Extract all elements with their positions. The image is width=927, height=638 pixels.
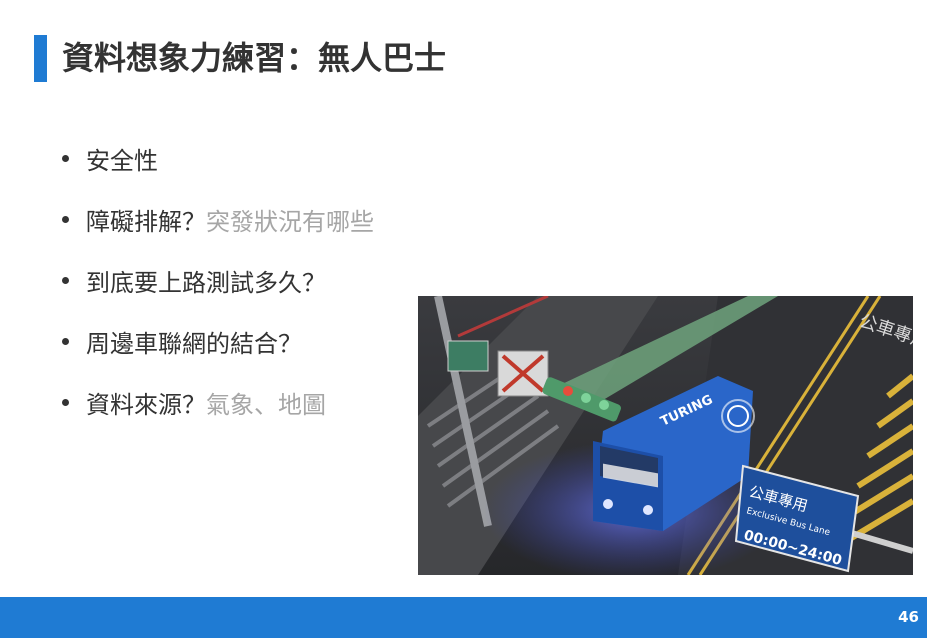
bullet-text: 障礙排解？ (86, 208, 206, 236)
bullet-dot-icon (62, 155, 69, 162)
bullet-item: 到底要上路測試多久？ (60, 250, 374, 311)
title-accent-bar (34, 35, 47, 82)
bullet-dot-icon (62, 277, 69, 284)
bullet-text: 周邊車聯網的結合？ (86, 330, 302, 358)
bullet-text: 到底要上路測試多久？ (86, 269, 326, 297)
bullet-item: 障礙排解？ 突發狀況有哪些 (60, 189, 374, 250)
bullet-text: 安全性 (86, 147, 158, 175)
bullet-text: 資料來源？ (86, 391, 206, 419)
bullet-dot-icon (62, 399, 69, 406)
slide-title: 資料想象力練習：無人巴士 (62, 39, 447, 77)
bullet-item: 資料來源？ 氣象、地圖 (60, 372, 374, 433)
bullet-item: 周邊車聯網的結合？ (60, 311, 374, 372)
bullet-dot-icon (62, 338, 69, 345)
bullet-dot-icon (62, 216, 69, 223)
bullet-subtext: 突發狀況有哪些 (206, 208, 374, 236)
bus-street-illustration: 公車專用 TURING 公車專用 Exclusive Bus Lane 00:0… (418, 296, 913, 575)
bullet-list: 安全性 障礙排解？ 突發狀況有哪些 到底要上路測試多久？ 周邊車聯網的結合？ 資… (60, 128, 374, 433)
bullet-item: 安全性 (60, 128, 374, 189)
autonomous-bus-photo: 公車專用 TURING 公車專用 Exclusive Bus Lane 00:0… (418, 296, 913, 575)
page-number: 46 (898, 608, 919, 626)
bullet-subtext: 氣象、地圖 (206, 391, 326, 419)
street-sign (447, 340, 489, 372)
footer-bar: 46 (0, 597, 927, 638)
